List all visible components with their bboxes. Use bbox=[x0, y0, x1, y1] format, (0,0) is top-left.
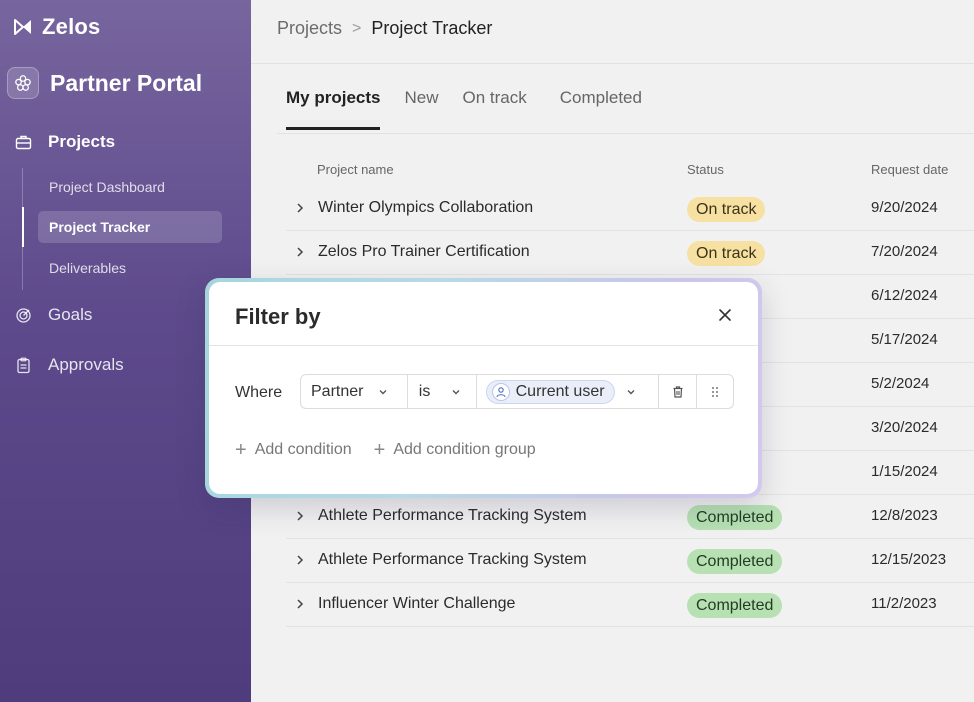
project-name[interactable]: Athlete Performance Tracking System bbox=[318, 507, 587, 525]
current-user-chip[interactable]: Current user bbox=[485, 379, 615, 404]
field-select[interactable]: Partner bbox=[301, 375, 408, 408]
page-title: Project Tracker bbox=[371, 18, 493, 38]
nav-projects[interactable]: Projects bbox=[15, 132, 115, 152]
table-row[interactable]: Winter Olympics Collaboration On track 9/2… bbox=[286, 187, 974, 231]
chevron-right-icon[interactable] bbox=[294, 508, 306, 524]
clipboard-icon bbox=[17, 357, 30, 373]
project-name[interactable]: Influencer Winter Challenge bbox=[318, 595, 515, 613]
filter-popup: Filter by Where Partner is Current user … bbox=[205, 278, 762, 498]
add-condition-group-label: Add condition group bbox=[393, 441, 536, 458]
tab-divider bbox=[277, 133, 974, 134]
status-badge: Completed bbox=[687, 505, 783, 530]
column-header-status[interactable]: Status bbox=[687, 162, 724, 177]
sidebar-item-project-dashboard[interactable]: Project Dashboard bbox=[38, 171, 222, 203]
drag-handle[interactable] bbox=[697, 375, 733, 408]
close-icon[interactable] bbox=[716, 306, 734, 324]
request-date: 12/15/2023 bbox=[871, 551, 947, 568]
portal-name: Partner Portal bbox=[50, 69, 203, 96]
request-date: 1/15/2024 bbox=[871, 463, 938, 480]
breadcrumb: Projects > Project Tracker bbox=[277, 18, 492, 39]
chevron-right-icon[interactable] bbox=[294, 200, 306, 216]
status-badge: On track bbox=[687, 241, 766, 266]
nav-projects-label: Projects bbox=[48, 132, 116, 151]
add-condition-group-button[interactable]: + Add condition group bbox=[374, 440, 536, 460]
where-label: Where bbox=[235, 384, 283, 401]
portal-switcher[interactable]: Partner Portal bbox=[7, 67, 202, 99]
subnav-active-indicator bbox=[22, 207, 24, 247]
request-date: 5/17/2024 bbox=[871, 331, 938, 348]
tab-completed[interactable]: Completed bbox=[560, 88, 642, 130]
filter-title: Filter by bbox=[235, 304, 321, 329]
breadcrumb-separator-icon: > bbox=[352, 19, 362, 37]
request-date: 5/2/2024 bbox=[871, 375, 930, 392]
nav-approvals-label: Approvals bbox=[48, 355, 124, 374]
tab-bar: My projects New On track Completed bbox=[286, 88, 666, 130]
table-row[interactable]: Influencer Winter Challenge Completed 11/2… bbox=[286, 583, 974, 627]
briefcase-icon bbox=[15, 135, 32, 149]
table-row[interactable]: Athlete Performance Tracking System Compl… bbox=[286, 495, 974, 539]
chevron-right-icon[interactable] bbox=[294, 596, 306, 612]
chevron-down-icon bbox=[627, 389, 635, 394]
column-header-project-name[interactable]: Project name bbox=[317, 162, 394, 177]
brand-name: Zelos bbox=[42, 14, 101, 39]
add-condition-label: Add condition bbox=[254, 441, 352, 458]
filter-panel: Filter by Where Partner is Current user … bbox=[209, 282, 758, 494]
add-links: + Add condition + Add condition group bbox=[235, 440, 536, 460]
add-condition-button[interactable]: + Add condition bbox=[235, 440, 352, 460]
table-row[interactable]: Zelos Pro Trainer Certification On track 7… bbox=[286, 231, 974, 275]
breadcrumb-parent[interactable]: Projects bbox=[277, 18, 342, 39]
request-date: 7/20/2024 bbox=[871, 243, 938, 260]
sidebar-item-deliverables[interactable]: Deliverables bbox=[38, 252, 222, 284]
project-name[interactable]: Winter Olympics Collaboration bbox=[318, 199, 533, 217]
nav-goals[interactable]: Goals bbox=[15, 305, 92, 325]
operator-select[interactable]: is bbox=[408, 375, 477, 408]
user-icon bbox=[491, 382, 510, 401]
brand[interactable]: Zelos bbox=[13, 14, 100, 40]
delete-condition-button[interactable] bbox=[659, 375, 698, 408]
plus-icon: + bbox=[373, 439, 386, 461]
status-badge: Completed bbox=[687, 549, 783, 574]
field-select-value: Partner bbox=[311, 382, 364, 400]
trash-icon bbox=[673, 385, 683, 398]
request-date: 6/12/2024 bbox=[871, 287, 938, 304]
request-date: 12/8/2023 bbox=[871, 507, 938, 524]
portal-flower-icon bbox=[7, 67, 39, 99]
project-name[interactable]: Zelos Pro Trainer Certification bbox=[318, 243, 530, 261]
chevron-down-icon bbox=[379, 389, 387, 394]
chevron-right-icon[interactable] bbox=[294, 552, 306, 568]
request-date: 3/20/2024 bbox=[871, 419, 938, 436]
zelos-logo-icon bbox=[14, 19, 31, 35]
filter-divider bbox=[209, 345, 758, 346]
tab-on-track[interactable]: On track bbox=[463, 88, 527, 130]
filter-condition-row: Partner is Current user bbox=[300, 374, 734, 409]
project-name[interactable]: Athlete Performance Tracking System bbox=[318, 551, 587, 569]
tab-my-projects[interactable]: My projects bbox=[286, 88, 381, 130]
tab-new[interactable]: New bbox=[404, 88, 438, 130]
value-select-value: Current user bbox=[515, 382, 605, 400]
chevron-down-icon bbox=[452, 389, 460, 394]
chevron-right-icon[interactable] bbox=[294, 244, 306, 260]
column-header-request-date[interactable]: Request date bbox=[871, 162, 948, 177]
table-row[interactable]: Athlete Performance Tracking System Compl… bbox=[286, 539, 974, 583]
nav-approvals[interactable]: Approvals bbox=[15, 355, 124, 375]
request-date: 9/20/2024 bbox=[871, 199, 938, 216]
status-badge: On track bbox=[687, 197, 766, 222]
operator-select-value: is bbox=[418, 382, 431, 400]
plus-icon: + bbox=[235, 439, 247, 461]
target-icon bbox=[16, 307, 31, 323]
nav-goals-label: Goals bbox=[48, 305, 93, 324]
sidebar-item-project-tracker[interactable]: Project Tracker bbox=[38, 211, 222, 243]
request-date: 11/2/2023 bbox=[871, 595, 937, 612]
drag-dots-icon bbox=[712, 386, 719, 397]
header-divider bbox=[251, 63, 974, 64]
value-select[interactable]: Current user bbox=[477, 375, 660, 408]
status-badge: Completed bbox=[687, 593, 783, 618]
